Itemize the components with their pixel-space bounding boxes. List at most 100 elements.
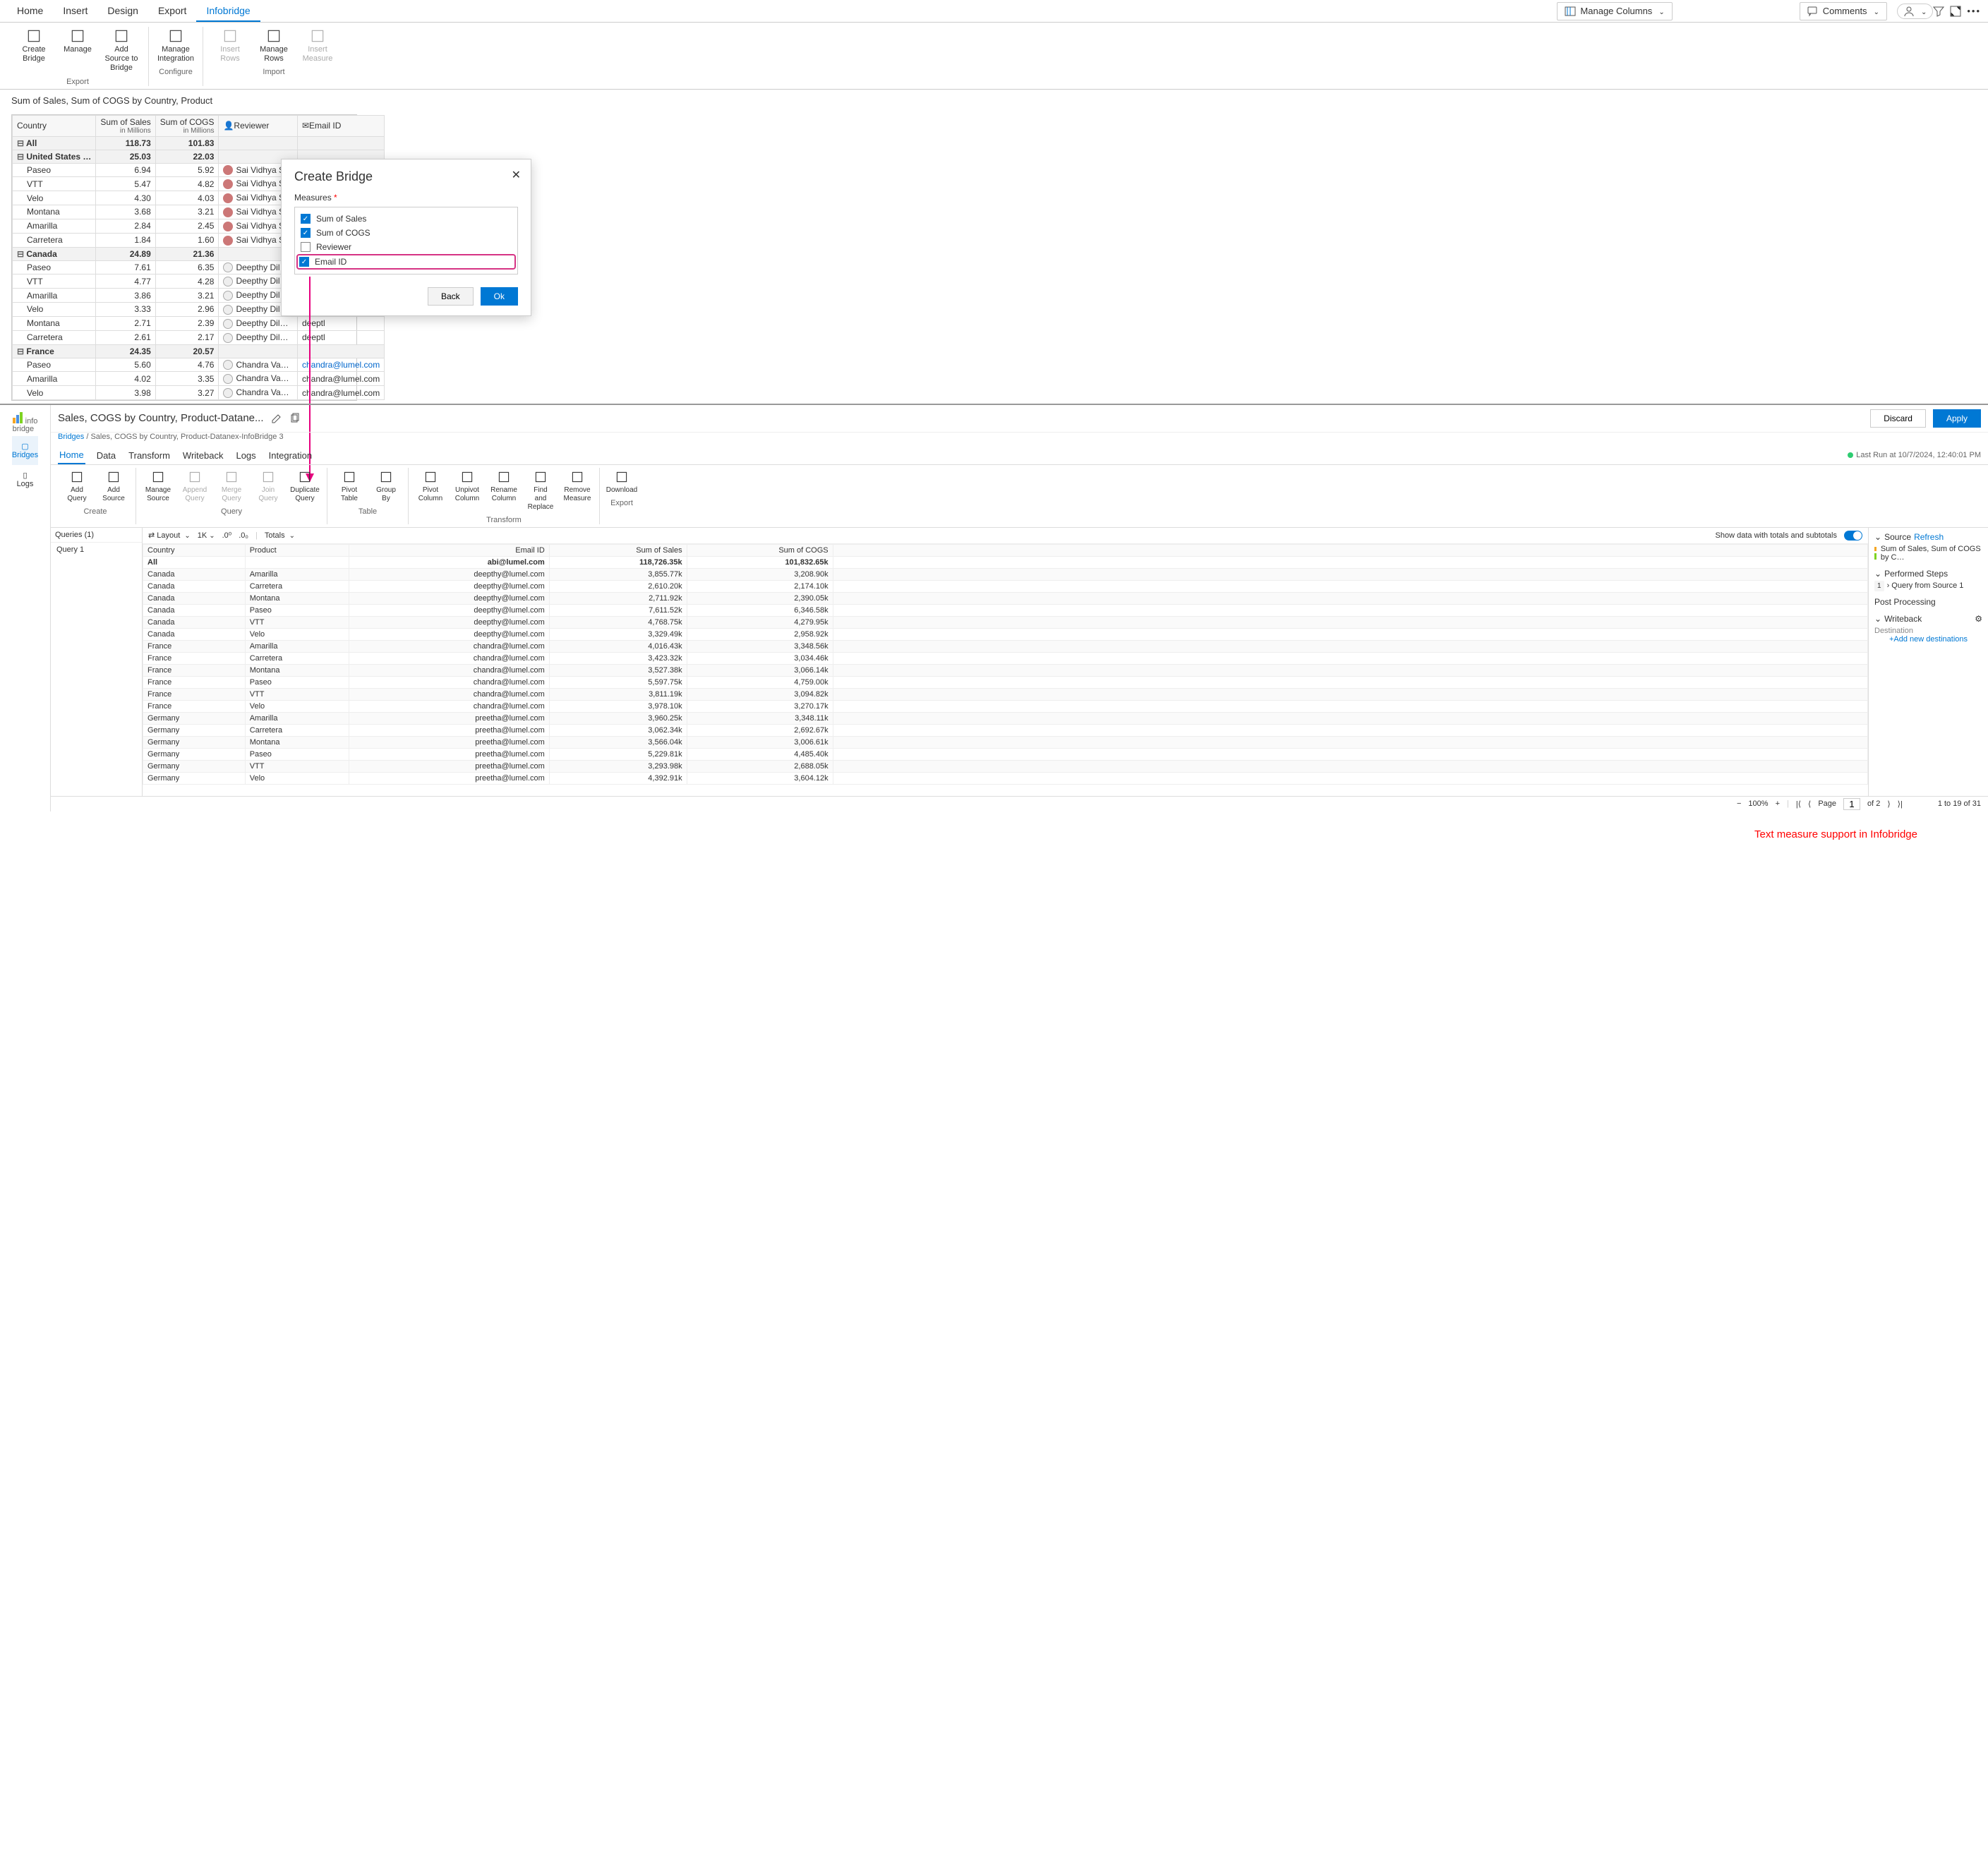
ib-row[interactable]: CanadaAmarilladeepthy@lumel.com3,855.77k…	[143, 568, 1868, 580]
close-icon[interactable]: ✕	[512, 168, 521, 182]
ib-row[interactable]: CanadaVTTdeepthy@lumel.com4,768.75k4,279…	[143, 616, 1868, 628]
ib-row[interactable]: FranceCarreterachandra@lumel.com3,423.32…	[143, 652, 1868, 664]
performed-steps-section[interactable]: ⌄ Performed Steps	[1874, 569, 1982, 579]
ib-row[interactable]: GermanyAmarillapreetha@lumel.com3,960.25…	[143, 712, 1868, 724]
decimals-less-icon[interactable]: .0₀	[239, 531, 248, 540]
ibr-download[interactable]: Download	[604, 468, 639, 496]
manage-columns-dropdown[interactable]: Manage Columns	[1557, 2, 1672, 20]
table-row[interactable]: Carretera2.612.17Deepthy Dil…deeptl	[13, 330, 385, 344]
table-row[interactable]: Paseo5.604.76Chandra Va…chandra@lumel.co…	[13, 358, 385, 372]
tab-export[interactable]: Export	[148, 1, 196, 22]
gear-icon[interactable]: ⚙	[1975, 614, 1982, 624]
writeback-section[interactable]: ⌄ Writeback ⚙	[1874, 614, 1982, 624]
query-item[interactable]: Query 1	[51, 543, 142, 557]
1k-dropdown[interactable]: 1K	[198, 531, 215, 540]
ibr-add-source[interactable]: AddSource	[96, 468, 131, 505]
ib-row[interactable]: CanadaMontanadeepthy@lumel.com2,711.92k2…	[143, 592, 1868, 604]
ibr-add-query[interactable]: AddQuery	[59, 468, 95, 505]
ib-tab-data[interactable]: Data	[95, 447, 117, 464]
manage-integration[interactable]: Manage Integration	[155, 27, 197, 65]
tab-infobridge[interactable]: Infobridge	[196, 1, 260, 22]
tab-insert[interactable]: Insert	[53, 1, 97, 22]
ib-row[interactable]: CanadaVelodeepthy@lumel.com3,329.49k2,95…	[143, 628, 1868, 640]
ib-tab-transform[interactable]: Transform	[127, 447, 171, 464]
measure-reviewer[interactable]: Reviewer	[299, 240, 513, 254]
zoom-in[interactable]: +	[1776, 799, 1780, 808]
ib-tab-home[interactable]: Home	[58, 447, 85, 464]
tab-home[interactable]: Home	[7, 1, 53, 22]
filter-icon[interactable]	[1933, 6, 1944, 17]
ok-button[interactable]: Ok	[481, 287, 518, 306]
ibr-remove-measure[interactable]: RemoveMeasure	[560, 468, 595, 513]
col-header[interactable]: Sum of COGSin Millions	[155, 115, 219, 136]
ib-row[interactable]: GermanyVTTpreetha@lumel.com3,293.98k2,68…	[143, 760, 1868, 772]
ibr-pivot-column[interactable]: PivotColumn	[413, 468, 448, 513]
side-bridges[interactable]: ▢Bridges	[12, 436, 38, 465]
ib-row[interactable]: FranceVelochandra@lumel.com3,978.10k3,27…	[143, 700, 1868, 712]
manage-rows[interactable]: Manage Rows	[253, 27, 295, 65]
ib-row[interactable]: CanadaPaseodeepthy@lumel.com7,611.52k6,3…	[143, 604, 1868, 616]
ib-row[interactable]: GermanyVelopreetha@lumel.com4,392.91k3,6…	[143, 772, 1868, 784]
ib-row[interactable]: GermanyPaseopreetha@lumel.com5,229.81k4,…	[143, 748, 1868, 760]
side-logs[interactable]: ▯Logs	[12, 465, 38, 494]
ib-col[interactable]: Sum of COGS	[687, 544, 833, 556]
ibr-find-and-replace[interactable]: Findand Replace	[523, 468, 558, 513]
comments-dropdown[interactable]: Comments	[1800, 2, 1887, 20]
ib-tab-writeback[interactable]: Writeback	[181, 447, 225, 464]
ib-row[interactable]: CanadaCarreteradeepthy@lumel.com2,610.20…	[143, 580, 1868, 592]
measure-email-id[interactable]: ✓Email ID	[296, 254, 516, 270]
discard-button[interactable]: Discard	[1870, 409, 1926, 428]
col-header[interactable]: 👤Reviewer	[219, 115, 298, 136]
totals-dropdown[interactable]: Totals	[265, 531, 295, 540]
add-destination-link[interactable]: +Add new destinations	[1874, 635, 1982, 644]
add-source-to-bridge[interactable]: Add Source to Bridge	[100, 27, 143, 75]
tab-design[interactable]: Design	[97, 1, 148, 22]
source-section[interactable]: ⌄ SourceRefresh	[1874, 532, 1982, 542]
ibr-pivot-table[interactable]: PivotTable	[332, 468, 367, 505]
measure-sum-of-cogs[interactable]: ✓Sum of COGS	[299, 226, 513, 240]
ib-col[interactable]: Country	[143, 544, 246, 556]
table-row[interactable]: Montana2.712.39Deepthy Dil…deeptl	[13, 316, 385, 330]
edit-icon[interactable]	[271, 413, 282, 424]
ib-row[interactable]: FranceVTTchandra@lumel.com3,811.19k3,094…	[143, 688, 1868, 700]
apply-button[interactable]: Apply	[1933, 409, 1981, 428]
ib-tab-logs[interactable]: Logs	[234, 447, 257, 464]
copy-icon[interactable]	[289, 413, 301, 424]
refresh-link[interactable]: Refresh	[1914, 532, 1944, 542]
show-data-toggle[interactable]	[1844, 531, 1862, 541]
next-page[interactable]: ⟩	[1887, 799, 1890, 809]
ib-col[interactable]: Email ID	[349, 544, 549, 556]
col-header[interactable]: Country	[13, 115, 96, 136]
ib-row[interactable]: GermanyCarreterapreetha@lumel.com3,062.3…	[143, 724, 1868, 736]
ib-row[interactable]: GermanyMontanapreetha@lumel.com3,566.04k…	[143, 736, 1868, 748]
prev-page[interactable]: ⟨	[1808, 799, 1811, 809]
ib-row[interactable]: FranceAmarillachandra@lumel.com4,016.43k…	[143, 640, 1868, 652]
create-bridge[interactable]: Create Bridge	[13, 27, 55, 75]
ib-row[interactable]: FranceMontanachandra@lumel.com3,527.38k3…	[143, 664, 1868, 676]
ib-row[interactable]: FrancePaseochandra@lumel.com5,597.75k4,7…	[143, 676, 1868, 688]
ib-col[interactable]: Product	[245, 544, 349, 556]
user-menu[interactable]	[1897, 4, 1933, 19]
page-input[interactable]	[1843, 798, 1860, 810]
table-row[interactable]: Velo3.983.27Chandra Va…chandra@lumel.com	[13, 386, 385, 400]
ibr-rename-column[interactable]: RenameColumn	[486, 468, 522, 513]
ib-col[interactable]: Sum of Sales	[549, 544, 687, 556]
expand-icon[interactable]	[1950, 6, 1961, 17]
col-header[interactable]: ✉Email ID	[297, 115, 384, 136]
first-page[interactable]: |⟨	[1796, 799, 1801, 809]
manage[interactable]: Manage	[56, 27, 99, 75]
measure-sum-of-sales[interactable]: ✓Sum of Sales	[299, 212, 513, 226]
last-page[interactable]: ⟩|	[1898, 799, 1903, 809]
ib-tab-integration[interactable]: Integration	[267, 447, 313, 464]
decimals-icon[interactable]: .0⁰	[222, 531, 232, 540]
ibr-group-by[interactable]: GroupBy	[368, 468, 404, 505]
breadcrumb-root[interactable]: Bridges	[58, 433, 84, 441]
ibr-duplicate-query[interactable]: DuplicateQuery	[287, 468, 323, 505]
col-header[interactable]: Sum of Salesin Millions	[96, 115, 155, 136]
ibr-unpivot-column[interactable]: UnpivotColumn	[450, 468, 485, 513]
back-button[interactable]: Back	[428, 287, 474, 306]
zoom-out[interactable]: −	[1737, 799, 1741, 808]
more-icon[interactable]: •••	[1967, 6, 1981, 16]
ibr-manage-source[interactable]: ManageSource	[140, 468, 176, 505]
layout-dropdown[interactable]: ⇄ Layout	[148, 531, 191, 540]
